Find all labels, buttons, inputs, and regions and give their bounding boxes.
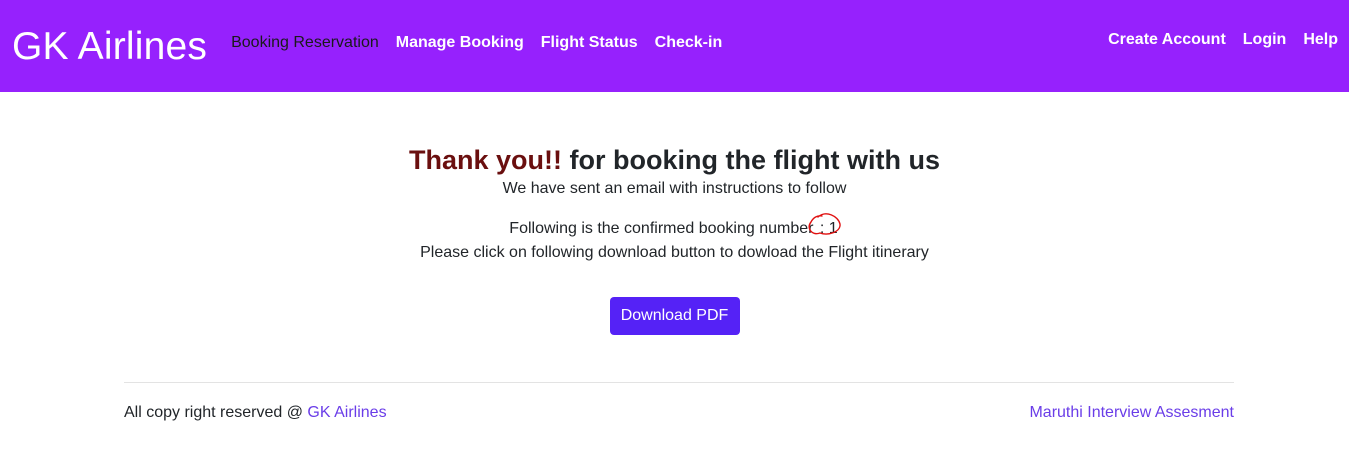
booking-number-value: : 1: [808, 213, 841, 239]
copyright-label: All copy right reserved @: [124, 404, 308, 421]
title-accent: Thank you!!: [409, 145, 563, 175]
nav-left-group: Booking Reservation Manage Booking Fligh…: [231, 34, 722, 52]
copyright-text: All copy right reserved @ GK Airlines: [124, 403, 387, 423]
confirmation-panel: Thank you!! for booking the flight with …: [0, 144, 1349, 335]
nav-booking-reservation[interactable]: Booking Reservation: [231, 34, 379, 52]
itinerary-note: Please click on following download butto…: [420, 244, 929, 261]
title-rest: for booking the flight with us: [562, 145, 940, 175]
brand-logo[interactable]: GK Airlines: [12, 25, 207, 69]
nav-right-group: Create Account Login Help: [1108, 0, 1338, 86]
booking-number-label: Following is the confirmed booking numbe…: [509, 220, 818, 237]
email-note: We have sent an email with instructions …: [502, 180, 847, 197]
page-title: Thank you!! for booking the flight with …: [0, 144, 1349, 176]
booking-number-line: Following is the confirmed booking numbe…: [0, 213, 1349, 239]
nav-login[interactable]: Login: [1243, 31, 1287, 49]
download-pdf-button[interactable]: Download PDF: [609, 297, 740, 335]
red-circle-annotation: [808, 213, 841, 235]
nav-help[interactable]: Help: [1303, 31, 1338, 49]
nav-flight-status[interactable]: Flight Status: [541, 34, 638, 52]
nav-create-account[interactable]: Create Account: [1108, 31, 1226, 49]
top-navbar: GK Airlines Booking Reservation Manage B…: [0, 0, 1349, 92]
footer-assessment-link[interactable]: Maruthi Interview Assesment: [1029, 403, 1234, 423]
page-footer: All copy right reserved @ GK Airlines Ma…: [124, 403, 1234, 423]
footer-divider: [124, 382, 1234, 383]
nav-check-in[interactable]: Check-in: [655, 34, 723, 52]
footer-brand-link[interactable]: GK Airlines: [307, 404, 386, 421]
nav-manage-booking[interactable]: Manage Booking: [396, 34, 524, 52]
